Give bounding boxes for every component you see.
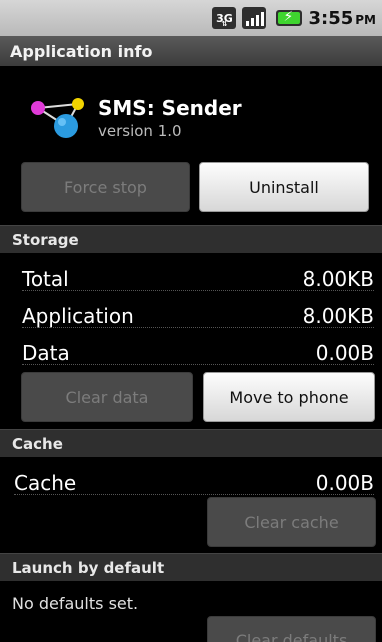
launch-header-label: Launch by default <box>12 558 165 577</box>
storage-header-label: Storage <box>12 230 79 249</box>
signal-strength-icon <box>242 7 267 29</box>
storage-row-application: Application 8.00KB <box>0 298 382 334</box>
status-bar: 3G ⇅ ⚡ 3:55 PM <box>0 0 382 36</box>
storage-value: 0.00B <box>315 341 374 365</box>
dotted-divider <box>14 494 374 495</box>
molecule-app-icon <box>31 98 84 138</box>
dotted-divider <box>22 290 374 291</box>
launch-section-header: Launch by default <box>0 553 382 581</box>
storage-row-data: Data 0.00B <box>0 335 382 371</box>
force-stop-button[interactable]: Force stop <box>21 162 190 212</box>
cache-header-label: Cache <box>12 434 63 453</box>
uninstall-button[interactable]: Uninstall <box>199 162 369 212</box>
storage-value: 8.00KB <box>302 267 374 291</box>
dotted-divider <box>22 327 374 328</box>
dotted-divider <box>22 364 374 365</box>
screen-title: Application info <box>10 41 153 61</box>
storage-label: Application <box>22 304 134 328</box>
app-header: SMS: Sender version 1.0 <box>0 66 382 158</box>
cache-label: Cache <box>14 471 77 495</box>
cache-row: Cache 0.00B <box>0 465 382 501</box>
3g-network-icon: 3G ⇅ <box>212 7 237 29</box>
cache-value: 0.00B <box>315 471 374 495</box>
storage-label: Total <box>22 267 69 291</box>
title-bar: Application info <box>0 36 382 66</box>
clock-ampm: PM <box>355 12 376 27</box>
cache-section-header: Cache <box>0 429 382 457</box>
clear-defaults-button[interactable]: Clear defaults <box>207 616 376 642</box>
app-version: version 1.0 <box>98 122 182 140</box>
storage-row-total: Total 8.00KB <box>0 261 382 297</box>
clock-time: 3:55 <box>308 7 354 29</box>
storage-section-header: Storage <box>0 225 382 253</box>
battery-charging-icon: ⚡ <box>272 8 303 28</box>
storage-value: 8.00KB <box>302 304 374 328</box>
clock: 3:55 PM <box>308 8 376 29</box>
move-to-phone-button[interactable]: Move to phone <box>203 372 375 422</box>
storage-label: Data <box>22 341 70 365</box>
app-name: SMS: Sender <box>98 96 242 120</box>
no-defaults-text: No defaults set. <box>12 594 139 613</box>
clear-cache-button[interactable]: Clear cache <box>207 497 376 547</box>
clear-data-button[interactable]: Clear data <box>21 372 193 422</box>
